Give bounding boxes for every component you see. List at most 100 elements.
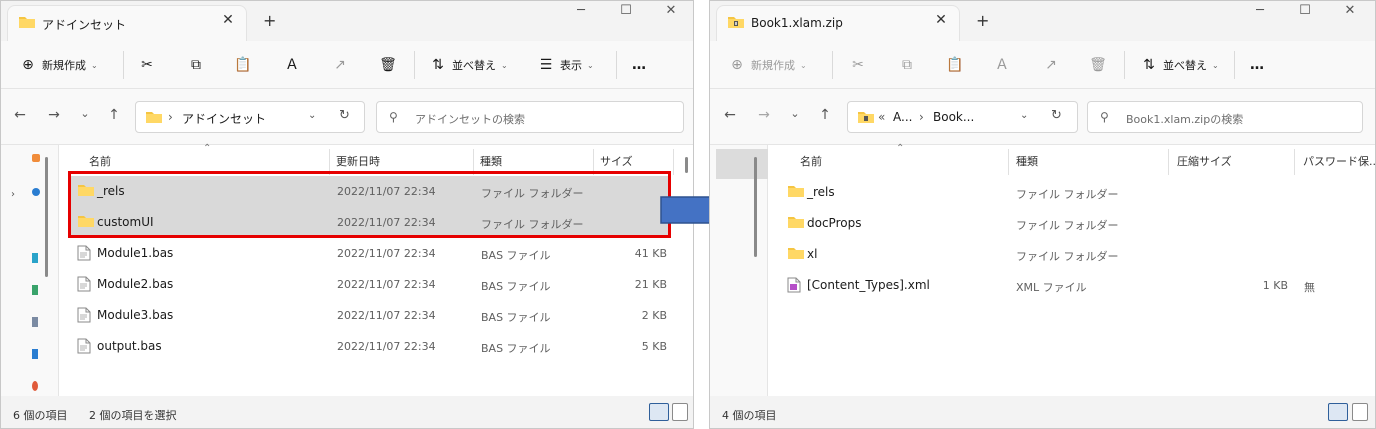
desktop-icon[interactable]	[32, 253, 38, 263]
copy-button[interactable]: ⧉	[898, 53, 916, 77]
column-header-type[interactable]: 種類	[1016, 153, 1038, 179]
search-placeholder: Book1.xlam.zipの検索	[1126, 113, 1244, 126]
delete-button[interactable]: 🗑	[1089, 53, 1107, 77]
add-tab-icon[interactable]: +	[976, 11, 989, 30]
recent-chevron-icon[interactable]: ⌄	[785, 107, 805, 120]
back-icon[interactable]: ←	[720, 107, 740, 123]
chevron-down-icon[interactable]: ⌄	[1020, 110, 1028, 121]
rename-button[interactable]: Ａ	[993, 53, 1011, 77]
table-row[interactable]: Module3.bas 2022/11/07 22:34 BAS ファイル 2 KB	[71, 300, 669, 331]
minimize-icon[interactable]: ─	[566, 3, 596, 18]
table-row[interactable]: [Content_Types].xml XML ファイル 1 KB 無	[782, 270, 1372, 301]
window-close-icon[interactable]: ✕	[656, 3, 686, 18]
search-box[interactable]: ⚲ Book1.xlam.zipの検索	[1087, 101, 1363, 133]
rename-button[interactable]: Ａ	[283, 53, 301, 77]
tab-book1-zip[interactable]: Book1.xlam.zip ✕	[716, 5, 960, 41]
forward-icon[interactable]: →	[44, 107, 64, 123]
paste-button[interactable]: 📋	[234, 53, 252, 77]
chevron-down-icon[interactable]: ⌄	[308, 110, 316, 121]
file-type: ファイル フォルダー	[1016, 188, 1119, 201]
close-icon[interactable]: ✕	[220, 12, 236, 28]
breadcrumb-separator: ›	[919, 110, 924, 124]
search-icon: ⚲	[1100, 110, 1109, 124]
new-button[interactable]: ⊕ 新規作成 ⌄	[19, 53, 98, 77]
file-size: 5 KB	[641, 340, 667, 353]
new-label: 新規作成	[42, 59, 86, 72]
paste-icon: 📋	[946, 57, 964, 73]
maximize-icon[interactable]: ☐	[611, 3, 641, 18]
more-button[interactable]: …	[632, 53, 646, 77]
back-icon[interactable]: ←	[10, 107, 30, 123]
sort-label: 並べ替え	[452, 59, 496, 72]
downloads-icon[interactable]	[32, 285, 38, 295]
paste-button[interactable]: 📋	[946, 53, 964, 77]
breadcrumb-segment[interactable]: Book...	[933, 110, 974, 124]
sort-ascending-icon: ⌃	[203, 143, 212, 154]
refresh-icon[interactable]: ↻	[339, 108, 350, 123]
tiles-view-icon[interactable]	[672, 403, 688, 421]
view-icon: ☰	[539, 57, 553, 73]
details-view-icon[interactable]	[1328, 403, 1348, 421]
file-icon	[77, 245, 91, 264]
share-button[interactable]: ↗	[331, 53, 349, 77]
table-row[interactable]: Module1.bas 2022/11/07 22:34 BAS ファイル 41 KB	[71, 238, 669, 269]
column-header-name[interactable]: 名前	[800, 153, 822, 179]
nav-scrollbar[interactable]	[45, 157, 48, 277]
maximize-icon[interactable]: ☐	[1290, 3, 1320, 18]
content-scrollbar[interactable]	[685, 157, 688, 173]
table-row[interactable]: _rels ファイル フォルダー	[782, 177, 1372, 208]
cloud-icon[interactable]	[32, 188, 40, 196]
documents-icon[interactable]	[32, 317, 38, 327]
column-divider	[673, 149, 674, 175]
chevron-down-icon: ⌄	[1212, 60, 1219, 70]
tab-addinset[interactable]: アドインセット ✕	[7, 5, 247, 41]
up-icon[interactable]: ↑	[104, 107, 124, 123]
new-button[interactable]: ⊕ 新規作成 ⌄	[728, 53, 807, 77]
breadcrumb-segment[interactable]: A...	[893, 110, 912, 124]
up-icon[interactable]: ↑	[815, 107, 835, 123]
table-row[interactable]: xl ファイル フォルダー	[782, 239, 1372, 270]
sort-button[interactable]: ⇅ 並べ替え ⌄	[429, 53, 508, 77]
breadcrumb-overflow[interactable]: «	[878, 110, 885, 124]
copy-button[interactable]: ⧉	[187, 53, 205, 77]
tiles-view-icon[interactable]	[1352, 403, 1368, 421]
zip-folder-icon	[728, 17, 744, 28]
chevron-down-icon: ⌄	[501, 60, 508, 70]
search-box[interactable]: ⚲ アドインセットの検索	[376, 101, 684, 133]
minimize-icon[interactable]: ─	[1245, 3, 1275, 18]
nav-selected-item[interactable]	[716, 149, 768, 179]
nav-scrollbar[interactable]	[754, 157, 757, 257]
pictures-icon[interactable]	[32, 349, 38, 359]
breadcrumb-segment[interactable]: アドインセット	[182, 110, 266, 127]
file-name: Module3.bas	[97, 308, 174, 322]
home-icon[interactable]	[32, 154, 40, 162]
share-button[interactable]: ↗	[1042, 53, 1060, 77]
breadcrumb-separator: ›	[168, 110, 173, 124]
refresh-icon[interactable]: ↻	[1051, 108, 1062, 123]
music-icon[interactable]	[32, 381, 38, 391]
column-divider	[1168, 149, 1169, 175]
view-button[interactable]: ☰ 表示 ⌄	[537, 53, 594, 77]
address-bar[interactable]: « A... › Book... ⌄ ↻	[847, 101, 1078, 133]
table-row[interactable]: Module2.bas 2022/11/07 22:34 BAS ファイル 21 KB	[71, 269, 669, 300]
table-row[interactable]: output.bas 2022/11/07 22:34 BAS ファイル 5 KB	[71, 331, 669, 362]
recent-chevron-icon[interactable]: ⌄	[75, 107, 95, 120]
cut-button[interactable]: ✂	[849, 53, 867, 77]
delete-button[interactable]: 🗑	[379, 53, 397, 77]
column-header-password[interactable]: パスワード保...	[1303, 153, 1375, 179]
share-icon: ↗	[334, 57, 346, 73]
sort-button[interactable]: ⇅ 並べ替え ⌄	[1140, 53, 1219, 77]
more-button[interactable]: …	[1250, 53, 1264, 77]
navigation-pane: ›	[1, 145, 59, 396]
cut-button[interactable]: ✂	[138, 53, 156, 77]
table-row[interactable]: docProps ファイル フォルダー	[782, 208, 1372, 239]
expand-chevron-icon[interactable]: ›	[11, 189, 15, 200]
close-icon[interactable]: ✕	[933, 12, 949, 28]
window-close-icon[interactable]: ✕	[1335, 3, 1365, 18]
address-bar[interactable]: › アドインセット ⌄ ↻	[135, 101, 365, 133]
forward-icon[interactable]: →	[754, 107, 774, 123]
details-view-icon[interactable]	[649, 403, 669, 421]
add-tab-icon[interactable]: +	[263, 11, 276, 30]
tab-title: アドインセット	[42, 18, 127, 32]
column-header-compressed[interactable]: 圧縮サイズ	[1177, 153, 1232, 179]
